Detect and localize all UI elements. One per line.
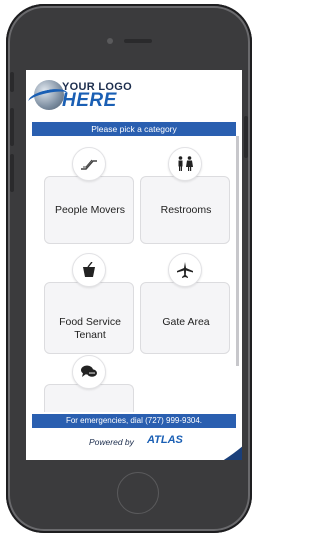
powered-by-text: Powered by (89, 437, 134, 447)
category-label: Food Service Tenant (59, 316, 121, 341)
category-label: People Movers (54, 204, 126, 216)
category-food-service-tenant[interactable]: Food Service Tenant (44, 253, 134, 354)
category-people-movers[interactable]: People Movers (44, 147, 134, 244)
category-label: Gate Area (162, 316, 210, 328)
escalator-icon (72, 147, 106, 181)
atlas-logo: ATLAS (147, 434, 183, 446)
volume-up-button (10, 108, 14, 146)
app-screen: YOUR LOGO HERE Please pick a category Pe… (26, 70, 242, 460)
powered-by: Powered by ATLAS (26, 430, 242, 452)
front-camera (107, 38, 113, 44)
food-cup-icon (72, 253, 106, 287)
category-gate-area[interactable]: Gate Area (140, 253, 230, 354)
restroom-icon (168, 147, 202, 181)
page-title: Please pick a category (32, 122, 236, 136)
logo: YOUR LOGO HERE (26, 70, 242, 120)
chat-bubbles-icon (72, 355, 106, 389)
logo-line2: HERE (62, 90, 117, 111)
category-restrooms[interactable]: Restrooms (140, 147, 230, 244)
category-chat[interactable] (44, 355, 134, 412)
airplane-icon (168, 253, 202, 287)
scrollbar-thumb[interactable] (236, 136, 239, 366)
mute-switch (10, 72, 14, 92)
volume-down-button (10, 154, 14, 192)
home-button[interactable] (117, 472, 159, 514)
emergency-banner: For emergencies, dial (727) 999-9304. (32, 414, 236, 428)
earpiece-speaker (124, 39, 152, 43)
category-label: Restrooms (160, 204, 212, 216)
category-grid: People Movers Restrooms Food Service Ten… (26, 138, 236, 412)
power-button (244, 116, 248, 158)
